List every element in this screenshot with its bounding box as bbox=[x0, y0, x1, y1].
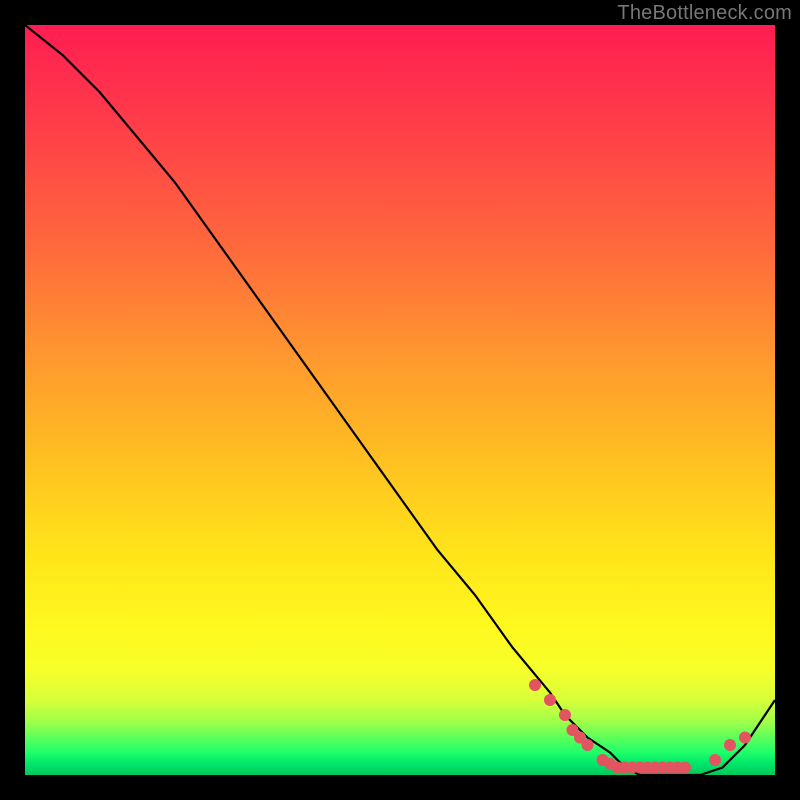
chart-frame: TheBottleneck.com bbox=[0, 0, 800, 800]
curve-marker bbox=[642, 762, 654, 774]
curve-marker bbox=[627, 762, 639, 774]
curve-marker bbox=[657, 762, 669, 774]
curve-marker bbox=[612, 762, 624, 774]
curve-marker bbox=[709, 754, 721, 766]
curve-marker bbox=[574, 732, 586, 744]
curve-markers bbox=[529, 679, 751, 774]
curve-marker bbox=[597, 754, 609, 766]
curve-marker bbox=[529, 679, 541, 691]
curve-marker bbox=[679, 762, 691, 774]
chart-plot-area bbox=[25, 25, 775, 775]
chart-svg bbox=[25, 25, 775, 775]
curve-marker bbox=[672, 762, 684, 774]
curve-marker bbox=[544, 694, 556, 706]
curve-marker bbox=[582, 739, 594, 751]
bottleneck-curve bbox=[25, 25, 775, 775]
curve-marker bbox=[567, 724, 579, 736]
curve-marker bbox=[559, 709, 571, 721]
curve-marker bbox=[724, 739, 736, 751]
watermark-text: TheBottleneck.com bbox=[617, 2, 792, 25]
curve-marker bbox=[634, 762, 646, 774]
curve-marker bbox=[619, 762, 631, 774]
curve-marker bbox=[649, 762, 661, 774]
curve-marker bbox=[664, 762, 676, 774]
curve-marker bbox=[739, 732, 751, 744]
curve-marker bbox=[604, 758, 616, 770]
